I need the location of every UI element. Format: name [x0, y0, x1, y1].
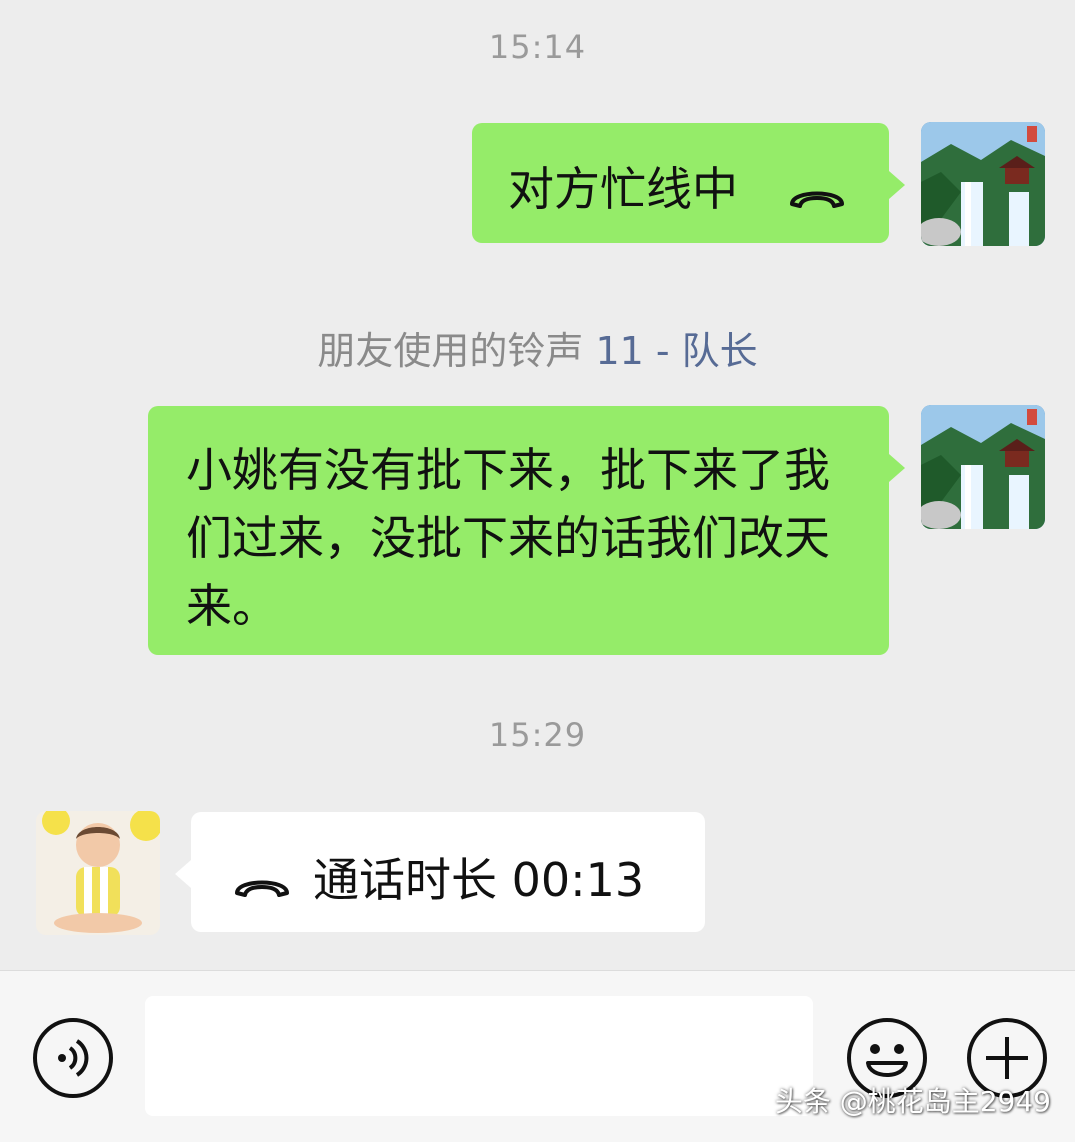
voice-icon[interactable] [32, 1017, 114, 1103]
contact-avatar[interactable] [36, 811, 160, 935]
input-bar: 头条 @桃花岛主2949 [0, 970, 1075, 1142]
outgoing-call-bubble[interactable]: 对方忙线中 [472, 123, 905, 243]
outgoing-text-bubble[interactable]: 小姚有没有批下来，批下来了我们过来，没批下来的话我们改天来。 [148, 406, 905, 655]
message-text: 小姚有没有批下来，批下来了我们过来，没批下来的话我们改天来。 [186, 443, 830, 633]
ringtone-link[interactable]: 11 - 队长 [595, 329, 757, 373]
watermark: 头条 @桃花岛主2949 [774, 1085, 1051, 1118]
call-duration-text: 通话时长 00:13 [313, 853, 645, 907]
self-avatar[interactable] [921, 405, 1045, 529]
message-input[interactable] [145, 996, 813, 1116]
call-status-text: 对方忙线中 [508, 162, 738, 216]
self-avatar[interactable] [921, 122, 1045, 246]
ringtone-system-note: 朋友使用的铃声 11 - 队长 [0, 320, 1075, 375]
timestamp: 15:29 [488, 716, 587, 754]
incoming-call-bubble[interactable]: 通话时长 00:13 [175, 812, 705, 932]
hangup-phone-icon [788, 167, 846, 221]
phone-icon [233, 856, 291, 910]
ringtone-note-label: 朋友使用的铃声 [317, 329, 584, 373]
timestamp: 15:14 [488, 28, 587, 66]
